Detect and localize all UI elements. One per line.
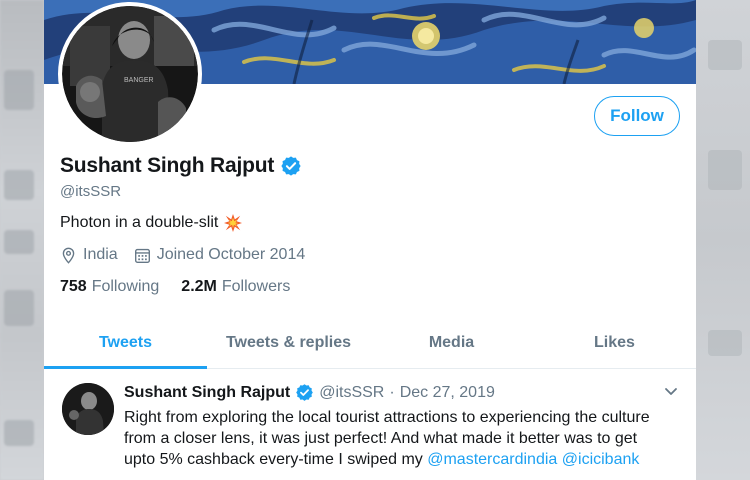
profile-tabs: Tweets Tweets & replies Media Likes xyxy=(44,318,696,369)
tab-tweets[interactable]: Tweets xyxy=(44,318,207,369)
tweet-header: Sushant Singh Rajput @itsSSR · Dec 27, 2… xyxy=(124,383,495,402)
profile-bio: Photon in a double-slit xyxy=(60,214,243,232)
profile-handle: @itsSSR xyxy=(60,183,122,200)
profile-name-row: Sushant Singh Rajput xyxy=(60,154,302,178)
profile-joined: Joined October 2014 xyxy=(134,246,306,264)
calendar-icon xyxy=(134,248,150,263)
profile-display-name: Sushant Singh Rajput xyxy=(60,154,275,177)
tab-likes[interactable]: Likes xyxy=(533,318,696,368)
profile-joined-text: Joined October 2014 xyxy=(156,246,306,263)
profile-location: India xyxy=(60,246,118,264)
followers-label: Followers xyxy=(221,278,291,295)
verified-badge-icon xyxy=(281,156,301,176)
svg-text:BANGER: BANGER xyxy=(124,77,154,84)
tweet-separator: · xyxy=(389,383,395,401)
tweet-mention-mastercardindia[interactable]: @mastercardindia xyxy=(427,451,557,468)
chevron-down-icon[interactable] xyxy=(664,387,678,397)
profile-avatar[interactable]: BANGER xyxy=(58,2,202,146)
verified-badge-icon xyxy=(296,384,314,401)
tab-tweets-and-replies[interactable]: Tweets & replies xyxy=(207,318,370,368)
follow-button[interactable]: Follow xyxy=(594,96,680,136)
followers-count: 2.2M xyxy=(181,278,217,295)
background-blur-right xyxy=(696,0,750,480)
following-label: Following xyxy=(91,278,160,295)
following-count: 758 xyxy=(60,278,87,295)
profile-meta: India Joined October 2014 xyxy=(60,246,321,264)
profile-card: BANGER Follow Sushant Singh Rajput @itsS… xyxy=(44,0,696,480)
tweet-author-avatar[interactable] xyxy=(62,383,114,435)
profile-bio-text: Photon in a double-slit xyxy=(60,214,219,231)
background-blur-left xyxy=(0,0,44,480)
tweet-author-handle[interactable]: @itsSSR xyxy=(319,384,384,402)
tab-media[interactable]: Media xyxy=(370,318,533,368)
profile-location-text: India xyxy=(83,246,118,263)
profile-stats: 758 Following 2.2M Followers xyxy=(60,278,312,296)
tweet-author-name[interactable]: Sushant Singh Rajput xyxy=(124,384,290,402)
collision-emoji-icon xyxy=(224,214,243,232)
location-pin-icon xyxy=(62,247,75,264)
followers-stat[interactable]: 2.2M Followers xyxy=(181,278,290,296)
tweet-date[interactable]: Dec 27, 2019 xyxy=(400,384,495,402)
following-stat[interactable]: 758 Following xyxy=(60,278,159,296)
tweet-mention-icicibank[interactable]: @icicibank xyxy=(562,451,640,468)
tweet-text: Right from exploring the local tourist a… xyxy=(124,407,664,470)
tweet-item[interactable]: Sushant Singh Rajput @itsSSR · Dec 27, 2… xyxy=(44,369,696,480)
